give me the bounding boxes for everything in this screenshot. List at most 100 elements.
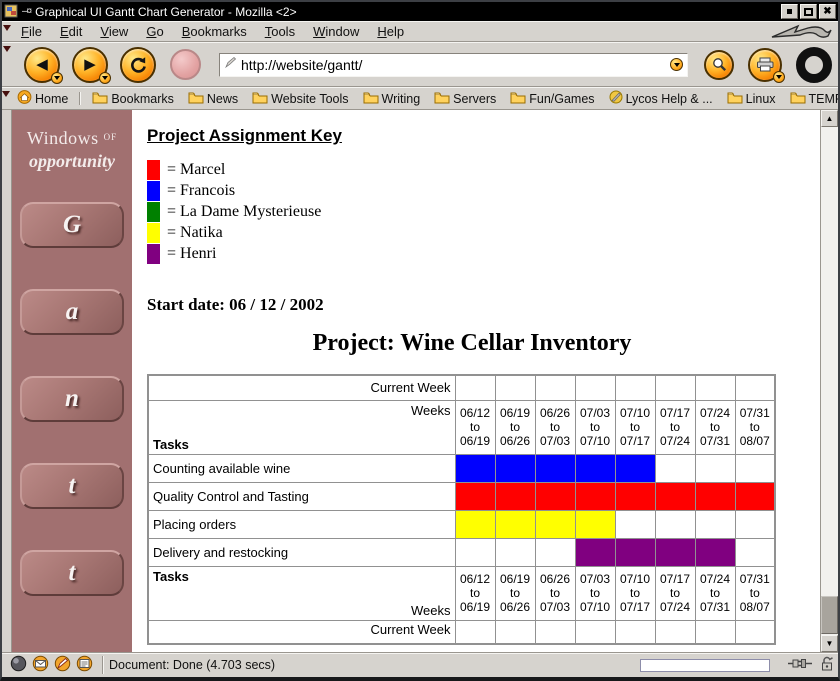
bookmark-item-linux[interactable]: Linux bbox=[727, 91, 776, 107]
week-header-cell: 07/17to07/24 bbox=[655, 566, 695, 620]
composer-icon[interactable] bbox=[54, 655, 71, 675]
sidebar-splitter[interactable] bbox=[2, 110, 12, 652]
task-row: Delivery and restocking bbox=[148, 538, 775, 566]
stop-button[interactable] bbox=[170, 49, 201, 80]
sidebar-button-n-2[interactable]: n bbox=[20, 376, 124, 422]
bookmark-label: News bbox=[207, 92, 238, 106]
bookmarkbar-grippy[interactable] bbox=[2, 88, 10, 109]
scrollbar-thumb[interactable] bbox=[821, 596, 838, 634]
vertical-scrollbar[interactable]: ▲ ▼ bbox=[820, 110, 838, 652]
url-dropdown-button[interactable] bbox=[668, 56, 685, 74]
menubar: File Edit View Go Bookmarks Tools Window Help bbox=[2, 21, 838, 42]
gantt-bar-cell bbox=[575, 538, 615, 566]
gantt-bar-cell bbox=[655, 538, 695, 566]
menu-view[interactable]: View bbox=[100, 24, 128, 39]
gantt-bar-cell bbox=[615, 538, 655, 566]
empty-week-cell bbox=[655, 510, 695, 538]
gantt-bar-cell bbox=[495, 510, 535, 538]
weeks-label: Weeks bbox=[411, 603, 451, 618]
bookmark-item-bookmarks[interactable]: Bookmarks bbox=[92, 91, 174, 107]
menu-go[interactable]: Go bbox=[146, 24, 163, 39]
sidebar-button-a-1[interactable]: a bbox=[20, 289, 124, 335]
maximize-button[interactable] bbox=[800, 4, 817, 19]
bookmark-item-news[interactable]: News bbox=[188, 91, 238, 107]
bookmark-item-lycos-help-[interactable]: Lycos Help & ... bbox=[609, 90, 713, 107]
maximize-icon bbox=[804, 8, 813, 16]
scroll-down-button[interactable]: ▼ bbox=[821, 635, 838, 652]
sidebar-button-t-4[interactable]: t bbox=[20, 550, 124, 596]
reload-button[interactable] bbox=[120, 47, 156, 83]
addressbook-icon[interactable] bbox=[76, 655, 93, 675]
forward-icon: ▶ bbox=[84, 57, 96, 72]
bookmark-item-temp[interactable]: TEMP bbox=[790, 91, 838, 107]
empty-week-cell bbox=[735, 375, 775, 400]
logo-line2: opportunity bbox=[12, 151, 132, 172]
close-button[interactable]: ✖ bbox=[819, 4, 836, 19]
close-icon: ✖ bbox=[823, 7, 831, 17]
bookmark-item-servers[interactable]: Servers bbox=[434, 91, 496, 107]
legend-swatch bbox=[147, 223, 160, 243]
scroll-up-button[interactable]: ▲ bbox=[821, 110, 838, 127]
back-dropdown[interactable] bbox=[51, 72, 63, 84]
gantt-bar-cell bbox=[535, 510, 575, 538]
bookmark-item-writing[interactable]: Writing bbox=[363, 91, 421, 107]
menu-window[interactable]: Window bbox=[313, 24, 359, 39]
menu-tools[interactable]: Tools bbox=[265, 24, 295, 39]
minimize-button[interactable] bbox=[781, 4, 798, 19]
chevron-down-icon bbox=[674, 63, 680, 67]
empty-week-cell bbox=[615, 510, 655, 538]
menu-edit[interactable]: Edit bbox=[60, 24, 82, 39]
sidebar-button-t-3[interactable]: t bbox=[20, 463, 124, 509]
print-button[interactable] bbox=[748, 48, 782, 82]
home-icon bbox=[17, 90, 32, 107]
empty-week-cell bbox=[495, 620, 535, 644]
empty-week-cell bbox=[575, 375, 615, 400]
gantt-bar-cell bbox=[695, 482, 735, 510]
legend-name: = La Dame Mysterieuse bbox=[167, 203, 321, 221]
menu-bookmarks[interactable]: Bookmarks bbox=[182, 24, 247, 39]
week-header-cell: 07/03to07/10 bbox=[575, 566, 615, 620]
bookmark-icon bbox=[609, 90, 623, 107]
empty-week-cell bbox=[695, 620, 735, 644]
forward-button[interactable]: ▶ bbox=[72, 47, 108, 83]
arrow-down-icon: ▼ bbox=[826, 639, 834, 648]
window-pin-icon[interactable]: –¤ bbox=[22, 6, 31, 17]
gantt-bar-cell bbox=[455, 454, 495, 482]
bookmark-item-website-tools[interactable]: Website Tools bbox=[252, 91, 348, 107]
menu-help[interactable]: Help bbox=[377, 24, 404, 39]
folder-icon bbox=[188, 91, 204, 107]
url-bookmark-icon[interactable] bbox=[224, 56, 237, 74]
current-week-row: Current Week bbox=[148, 620, 775, 644]
bookmark-label: Linux bbox=[746, 92, 776, 106]
menubar-grippy[interactable] bbox=[2, 22, 12, 41]
print-dropdown[interactable] bbox=[773, 71, 785, 83]
legend-item: = Francois bbox=[147, 180, 820, 201]
unlock-icon[interactable] bbox=[820, 656, 834, 674]
sidebar-button-G-0[interactable]: G bbox=[20, 202, 124, 248]
bookmark-label: Servers bbox=[453, 92, 496, 106]
empty-week-cell bbox=[615, 375, 655, 400]
print-icon bbox=[756, 57, 775, 72]
current-week-label: Current Week bbox=[148, 375, 455, 400]
plug-icon bbox=[788, 657, 812, 673]
navbar-grippy[interactable] bbox=[2, 43, 12, 86]
menu-file[interactable]: File bbox=[21, 24, 42, 39]
empty-week-cell bbox=[615, 620, 655, 644]
back-button[interactable]: ◀ bbox=[24, 47, 60, 83]
titlebar[interactable]: –¤ Graphical UI Gantt Chart Generator - … bbox=[2, 2, 838, 21]
site-logo: Windows OF opportunity bbox=[12, 110, 132, 172]
navigator-icon[interactable] bbox=[10, 655, 27, 675]
progress-bar bbox=[640, 659, 770, 672]
bookmark-item-fun-games[interactable]: Fun/Games bbox=[510, 91, 594, 107]
forward-dropdown[interactable] bbox=[99, 72, 111, 84]
bookmark-label: Bookmarks bbox=[111, 92, 174, 106]
throbber-icon[interactable] bbox=[796, 47, 832, 83]
gantt-bar-cell bbox=[535, 482, 575, 510]
search-button[interactable] bbox=[704, 50, 734, 80]
gantt-bar-cell bbox=[455, 510, 495, 538]
empty-week-cell bbox=[655, 620, 695, 644]
mail-icon[interactable] bbox=[32, 655, 49, 675]
url-input[interactable] bbox=[237, 57, 668, 73]
bookmark-item-home[interactable]: Home bbox=[17, 90, 68, 107]
gantt-bar-cell bbox=[575, 454, 615, 482]
